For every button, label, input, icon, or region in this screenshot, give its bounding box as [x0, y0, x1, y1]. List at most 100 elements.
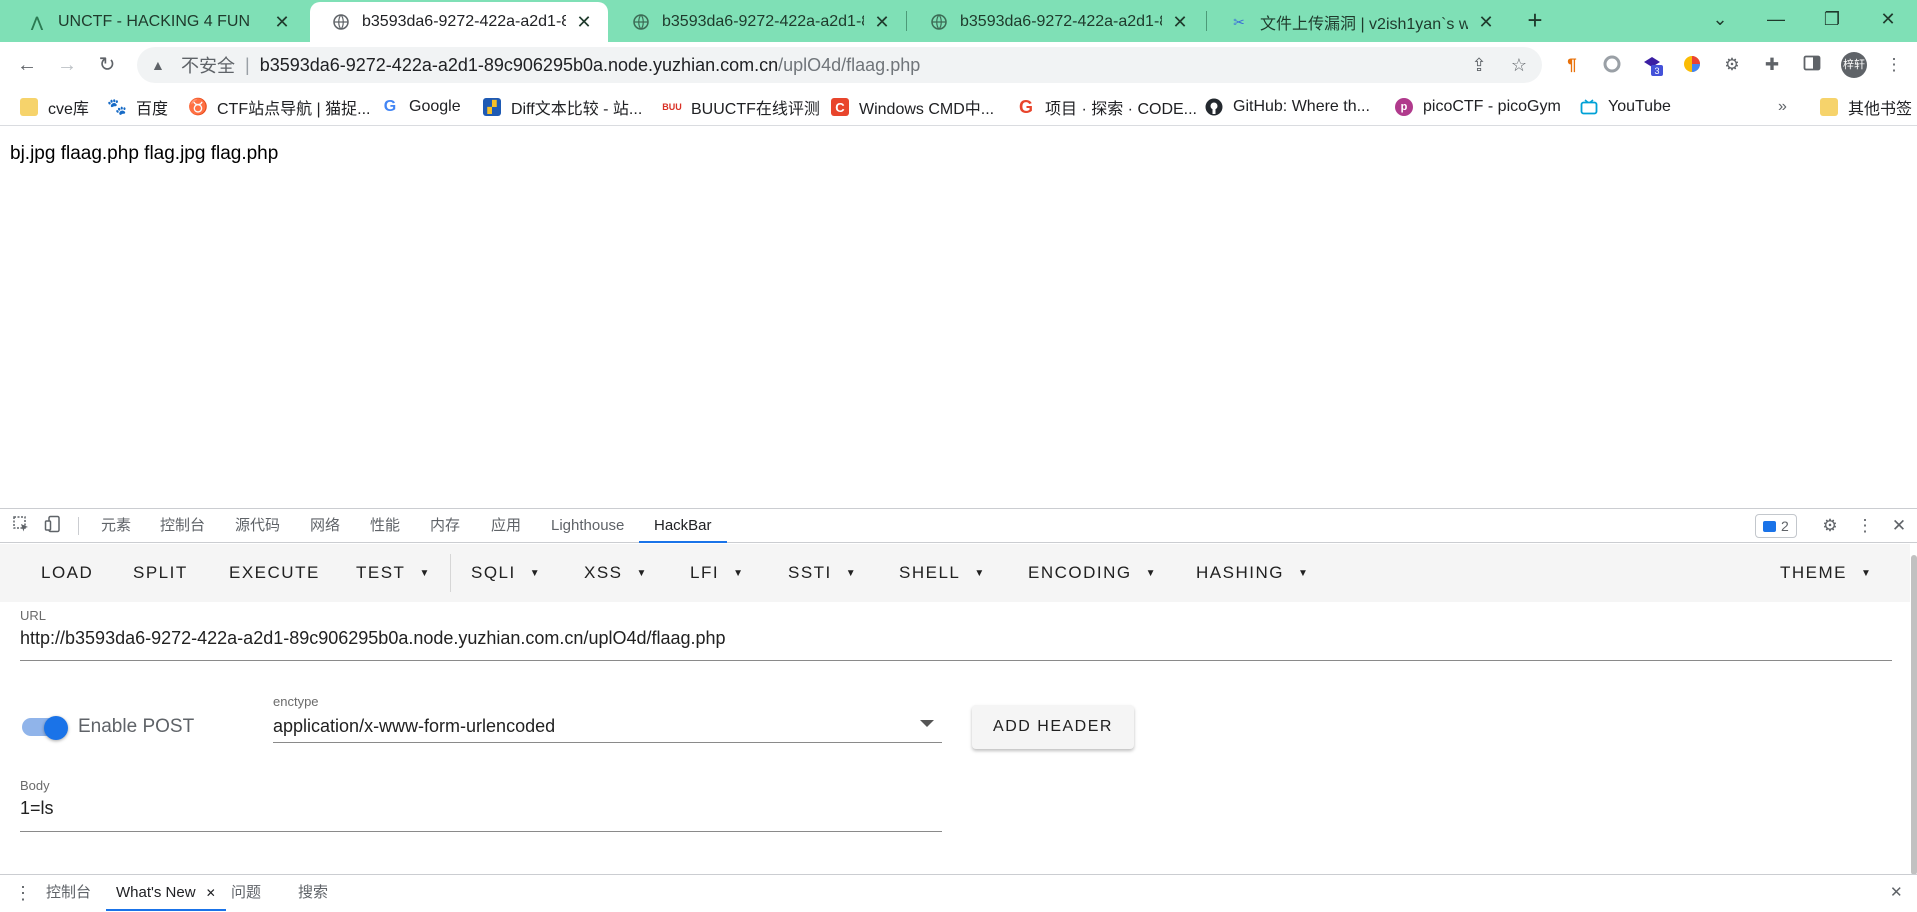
bookmark-github[interactable]: GitHub: Where th...	[1205, 96, 1370, 118]
close-icon[interactable]: ✕	[206, 886, 216, 900]
kebab-menu-icon[interactable]: ⋮	[1883, 54, 1905, 76]
close-window-button[interactable]: ✕	[1860, 0, 1916, 40]
bookmark-star-icon[interactable]: ☆	[1507, 53, 1531, 77]
add-header-button[interactable]: ADD HEADER	[972, 705, 1134, 749]
drawer-tab-issues[interactable]: 问题	[231, 875, 261, 911]
tab-flaag-2[interactable]: b3593da6-9272-422a-a2d1-89 ✕	[610, 2, 906, 42]
colorful-extension-icon[interactable]	[1681, 54, 1703, 76]
bookmark-baidu[interactable]: 🐾 百度	[107, 96, 168, 118]
other-bookmarks[interactable]: 其他书签	[1820, 96, 1912, 118]
drawer-tab-search[interactable]: 搜索	[298, 875, 328, 911]
insecure-label[interactable]: 不安全	[181, 52, 235, 78]
bookmark-buuctf[interactable]: BUU BUUCTF在线评测	[662, 96, 820, 118]
message-icon	[1763, 520, 1776, 532]
tab-sources[interactable]: 源代码	[235, 509, 280, 543]
new-tab-button[interactable]: +	[1520, 6, 1550, 36]
body-input[interactable]: 1=ls	[20, 798, 54, 819]
bookmark-google[interactable]: G Google	[381, 96, 461, 118]
directory-listing-text: bj.jpg flaag.php flag.jpg flag.php	[10, 143, 279, 164]
hackbar-encoding-menu[interactable]: ENCODING ▼	[1028, 544, 1157, 602]
kebab-menu-icon[interactable]: ⋮	[1854, 515, 1876, 537]
circle-extension-icon[interactable]	[1601, 54, 1623, 76]
close-icon[interactable]: ✕	[272, 12, 292, 33]
tab-title: 文件上传漏洞 | v2ish1yan`s wiki	[1260, 16, 1468, 33]
device-toolbar-icon[interactable]	[42, 515, 64, 537]
pilcrow-extension-icon[interactable]: ¶	[1561, 54, 1583, 76]
hackbar-execute-button[interactable]: EXECUTE	[229, 544, 320, 602]
devtools-scrollbar[interactable]	[1911, 555, 1917, 875]
drawer-menu-icon[interactable]: ⋮	[14, 875, 32, 911]
tab-elements[interactable]: 元素	[101, 509, 131, 543]
forward-arrow-icon[interactable]: →	[52, 50, 82, 80]
minimize-button[interactable]: —	[1748, 0, 1804, 40]
bookmark-windows-cmd[interactable]: C Windows CMD中...	[831, 96, 994, 118]
close-icon[interactable]: ✕	[1476, 12, 1496, 33]
close-devtools-icon[interactable]: ✕	[1888, 515, 1910, 537]
hackbar-sqli-menu[interactable]: SQLI ▼	[471, 544, 541, 602]
hackbar-ssti-menu[interactable]: SSTI ▼	[788, 544, 857, 602]
tab-memory[interactable]: 内存	[430, 509, 460, 543]
url-input[interactable]: http://b3593da6-9272-422a-a2d1-89c906295…	[20, 628, 726, 649]
dropdown-arrow-icon[interactable]	[920, 720, 934, 727]
tab-console[interactable]: 控制台	[160, 509, 205, 543]
bookmark-youtube[interactable]: YouTube	[1580, 96, 1671, 118]
bookmark-label: YouTube	[1608, 98, 1671, 115]
side-panel-icon[interactable]	[1801, 54, 1823, 76]
hackbar-shell-menu[interactable]: SHELL ▼	[899, 544, 986, 602]
tab-application[interactable]: 应用	[491, 509, 521, 543]
tab-flaag-active[interactable]: b3593da6-9272-422a-a2d1-89 ✕	[310, 2, 608, 42]
bookmark-diff[interactable]: ▞ Diff文本比较 - 站...	[483, 96, 642, 118]
bookmark-label: 项目 · 探索 · CODE...	[1045, 101, 1198, 118]
tab-lighthouse[interactable]: Lighthouse	[551, 509, 624, 543]
profile-avatar[interactable]: 梓轩	[1841, 52, 1867, 78]
inspect-element-icon[interactable]	[10, 515, 32, 537]
address-path: /uplO4d/flaag.php	[778, 54, 921, 75]
tab-hackbar[interactable]: HackBar	[639, 509, 727, 543]
restore-button[interactable]: ❐	[1804, 0, 1860, 40]
close-icon[interactable]: ✕	[574, 12, 594, 33]
svg-text:3: 3	[1654, 66, 1659, 76]
folder-icon	[20, 98, 38, 116]
bookmark-picoctf[interactable]: p picoCTF - picoGym	[1395, 96, 1561, 118]
menu-label: TEST	[356, 563, 406, 582]
drawer-tab-console[interactable]: 控制台	[46, 875, 91, 911]
wappalyzer-extension-icon[interactable]: 3	[1641, 54, 1663, 76]
hackbar-hashing-menu[interactable]: HASHING ▼	[1196, 544, 1309, 602]
address-bar[interactable]: ▲ 不安全 | b3593da6-9272-422a-a2d1-89c90629…	[137, 47, 1542, 83]
drawer-tab-whats-new[interactable]: What's New ✕	[106, 875, 226, 911]
issues-counter[interactable]: 2	[1755, 514, 1797, 538]
warning-triangle-icon[interactable]: ▲	[151, 57, 169, 73]
hackbar-theme-menu[interactable]: THEME ▼	[1780, 544, 1872, 602]
bookmark-ctf-nav[interactable]: ♉ CTF站点导航 | 猫捉...	[188, 96, 370, 118]
back-arrow-icon[interactable]: ←	[12, 50, 42, 80]
close-icon[interactable]: ✕	[1170, 12, 1190, 33]
menu-label: LFI	[690, 563, 720, 582]
tab-flaag-3[interactable]: b3593da6-9272-422a-a2d1-89 ✕	[908, 2, 1204, 42]
settings-gear-icon[interactable]: ⚙	[1819, 515, 1841, 537]
bookmark-cve[interactable]: cve库	[20, 96, 89, 118]
hackbar-xss-menu[interactable]: XSS ▼	[584, 544, 648, 602]
hackbar-load-button[interactable]: LOAD	[41, 544, 93, 602]
hackbar-test-menu[interactable]: TEST ▼	[356, 544, 431, 602]
tab-wiki[interactable]: ✂ 文件上传漏洞 | v2ish1yan`s wiki ✕	[1208, 2, 1510, 42]
gear-extension-icon[interactable]: ⚙	[1721, 54, 1743, 76]
close-drawer-icon[interactable]: ✕	[1890, 875, 1903, 911]
enctype-select[interactable]: application/x-www-form-urlencoded	[273, 716, 555, 737]
close-icon[interactable]: ✕	[872, 12, 892, 33]
tab-title: UNCTF - HACKING 4 FUN	[58, 13, 250, 30]
tab-performance[interactable]: 性能	[370, 509, 400, 543]
toggle-knob[interactable]	[44, 716, 68, 740]
tab-search-chevron-icon[interactable]: ⌄	[1692, 0, 1748, 40]
tab-network[interactable]: 网络	[310, 509, 340, 543]
bookmarks-overflow-button[interactable]: »	[1778, 96, 1787, 118]
hackbar-lfi-menu[interactable]: LFI ▼	[690, 544, 744, 602]
tab-title: b3593da6-9272-422a-a2d1-89	[960, 13, 1162, 30]
share-icon[interactable]: ⇪	[1467, 53, 1491, 77]
menu-label: HASHING	[1196, 563, 1284, 582]
reload-icon[interactable]: ↻	[92, 50, 122, 80]
tab-unctf[interactable]: ⋀ UNCTF - HACKING 4 FUN ✕	[6, 2, 306, 42]
hackbar-split-button[interactable]: SPLIT	[133, 544, 188, 602]
bookmark-code[interactable]: G 项目 · 探索 · CODE...	[1017, 96, 1198, 119]
puzzle-icon[interactable]: ✚	[1761, 54, 1783, 76]
caret-down-icon: ▼	[845, 567, 858, 579]
